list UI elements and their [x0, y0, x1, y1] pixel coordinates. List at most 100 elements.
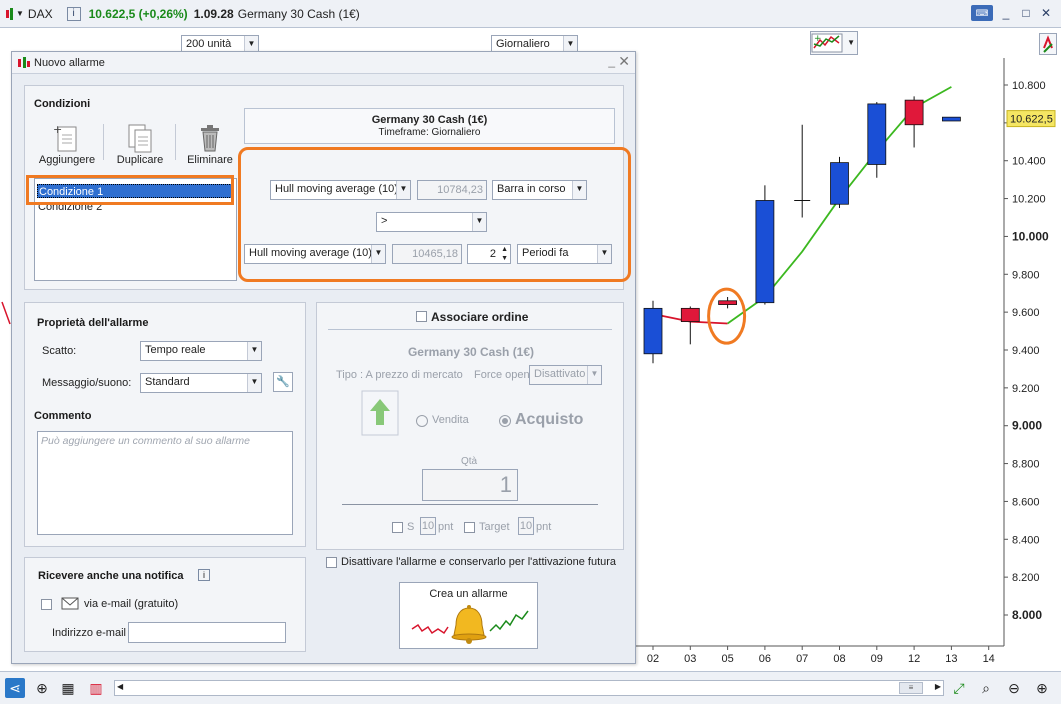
target-label: Target	[479, 521, 510, 533]
date-tick-label: 07	[796, 653, 808, 665]
add-condition-button[interactable]: + Aggiungere	[35, 122, 99, 166]
price-tick-label: 9.600	[1012, 307, 1040, 319]
email-label: via e-mail (gratuito)	[84, 598, 179, 610]
date-tick-label: 08	[833, 653, 845, 665]
price-tick-label: 8.400	[1012, 534, 1040, 546]
plot-area[interactable]	[636, 58, 1004, 646]
stop-label: S	[407, 521, 415, 533]
email-checkbox[interactable]	[41, 599, 52, 610]
minimize-button[interactable]: _	[999, 6, 1013, 20]
share-icon[interactable]: ⋖	[5, 678, 25, 698]
delete-condition-button[interactable]: Eliminare	[180, 122, 240, 166]
calculator-icon[interactable]: ▦	[58, 678, 78, 698]
trash-icon	[201, 125, 219, 152]
candles-icon[interactable]: ▥	[86, 678, 106, 698]
alarm-app-icon	[18, 57, 30, 68]
chevron-down-icon: ▼	[563, 36, 577, 52]
associate-order-label: Associare ordine	[431, 310, 529, 324]
comment-textarea[interactable]: Può aggiungere un commento al suo allarm…	[37, 431, 293, 535]
maximize-button[interactable]: □	[1019, 6, 1033, 20]
buy-label: Acquisto	[515, 411, 584, 428]
price-tick-label: 8.000	[1012, 608, 1042, 622]
svg-text:+: +	[53, 123, 62, 136]
chart-scrollbar[interactable]: ◀ ≡ ▶	[114, 680, 944, 696]
conditions-title: Condizioni	[34, 98, 91, 110]
keyboard-icon[interactable]: ⌨	[971, 5, 993, 21]
new-alarm-dialog: Nuovo allarme _ ✕ Condizioni + Aggiunger…	[11, 51, 636, 664]
email-address-label: Indirizzo e-mail	[52, 627, 126, 639]
target-checkbox	[464, 522, 475, 533]
chart-symbol-icon[interactable]: ▼	[6, 7, 24, 20]
force-open-select: Disattivato ▼	[529, 365, 602, 385]
dialog-close-button[interactable]: ✕	[618, 53, 630, 70]
deactivate-checkbox[interactable]	[326, 557, 337, 568]
sell-label: Vendita	[432, 414, 469, 426]
dialog-minimize-button[interactable]: _	[608, 54, 615, 68]
envelope-icon	[61, 597, 79, 610]
chevron-down-icon: ▼	[247, 374, 261, 392]
sound-settings-button[interactable]: 🔧	[273, 372, 293, 392]
candle-body	[643, 307, 663, 355]
duplicate-document-icon	[128, 124, 152, 153]
create-alarm-label: Crea un allarme	[429, 588, 508, 600]
deactivate-label: Disattivare l'allarme e conservarlo per …	[341, 556, 617, 568]
trigger-select[interactable]: Tempo reale ▼	[140, 341, 262, 361]
bell-chart-icon	[411, 605, 529, 644]
zoom-out-icon[interactable]: ⊖	[1004, 678, 1024, 698]
message-select[interactable]: Standard ▼	[140, 373, 262, 393]
scroll-right-icon[interactable]: ▶	[935, 682, 941, 691]
force-open-label: Force open	[474, 369, 530, 381]
price-change-label: 10.622,5 (+0,26%)	[88, 6, 188, 21]
close-button[interactable]: ✕	[1039, 6, 1053, 20]
instrument-header: Germany 30 Cash (1€) Timeframe: Giornali…	[244, 108, 615, 144]
duplicate-label: Duplicare	[116, 154, 164, 166]
message-label: Messaggio/suono:	[42, 377, 132, 389]
associate-order-panel: Associare ordine Germany 30 Cash (1€) Ti…	[316, 302, 624, 550]
candle-body	[941, 116, 961, 122]
date-tick-label: 02	[647, 653, 659, 665]
order-type-label: Tipo : A prezzo di mercato	[336, 369, 463, 381]
candle-body	[718, 300, 737, 305]
date-tick-label: 05	[721, 653, 733, 665]
price-tick-label: 8.200	[1012, 572, 1040, 584]
chevron-down-icon: ▼	[244, 36, 258, 52]
dialog-title-bar[interactable]: Nuovo allarme _ ✕	[12, 52, 635, 74]
info-icon[interactable]: i	[198, 569, 210, 581]
date-tick-label: 14	[983, 653, 995, 665]
candle-body	[680, 307, 700, 323]
email-address-input[interactable]	[128, 622, 286, 643]
date-tick-label: 13	[945, 653, 957, 665]
price-tick-label: 8.800	[1012, 459, 1040, 471]
divider	[328, 329, 612, 330]
stop-field: 10	[420, 517, 436, 535]
divider	[103, 124, 104, 160]
scroll-thumb[interactable]: ≡	[899, 682, 923, 694]
info-icon[interactable]: i	[66, 6, 81, 21]
side-panel-toggle[interactable]	[1039, 33, 1057, 55]
price-tick-label: 10.000	[1012, 229, 1049, 243]
scroll-left-icon[interactable]: ◀	[117, 682, 123, 691]
indicators-button[interactable]: + ▼	[810, 31, 858, 55]
candle-body	[904, 99, 924, 126]
zoom-in-icon[interactable]: ⊕	[1032, 678, 1052, 698]
create-alarm-button[interactable]: Crea un allarme	[399, 582, 538, 649]
price-tick-label: 9.800	[1012, 269, 1040, 281]
zoom-fit-icon[interactable]: ⤢	[949, 678, 969, 698]
price-tick-label: 10.200	[1012, 194, 1046, 206]
duplicate-condition-button[interactable]: Duplicare	[109, 122, 171, 166]
units-value: 200 unità	[186, 38, 232, 50]
price-tick-label: 9.200	[1012, 383, 1040, 395]
add-label: Aggiungere	[38, 154, 96, 166]
add-document-icon: +	[53, 123, 77, 152]
time-label: 1.09.28	[193, 6, 234, 21]
indicator-chart-icon: +	[811, 33, 843, 53]
associate-order-checkbox[interactable]	[416, 311, 427, 322]
symbol-label[interactable]: DAX	[28, 7, 53, 21]
wrench-icon: 🔧	[276, 376, 290, 388]
cursor-link-icon[interactable]: ⊕	[32, 678, 52, 698]
notification-panel: Ricevere anche una notifica i via e-mail…	[24, 557, 306, 652]
price-chart[interactable]: 10.80010.60010.40010.20010.0009.8009.600…	[636, 58, 1061, 668]
zoom-area-icon[interactable]: ⌕	[976, 678, 996, 698]
sell-radio	[416, 415, 428, 427]
alarm-properties-panel: Proprietà dell'allarme Scatto: Tempo rea…	[24, 302, 306, 547]
